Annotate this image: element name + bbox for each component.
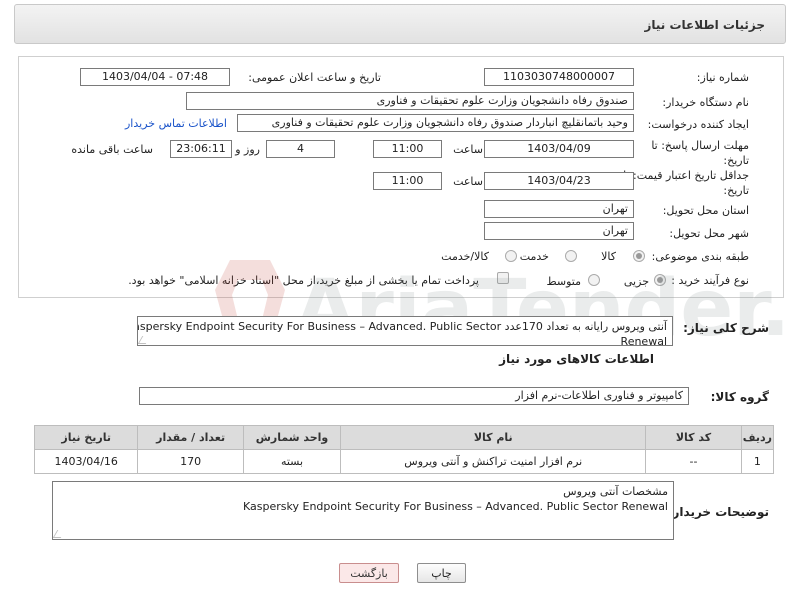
print-button[interactable]: چاپ — [417, 563, 466, 583]
col-name: نام کالا — [340, 425, 647, 450]
summary-line-2: Renewal — [620, 335, 667, 346]
category-label: طبقه بندی موضوعی: — [651, 250, 749, 263]
category-option-goods-service: کالا/خدمت — [441, 250, 489, 263]
category-radio-service[interactable] — [565, 250, 577, 262]
cell-unit: بسته — [242, 449, 342, 474]
announce-label: تاریخ و ساعت اعلان عمومی: — [248, 71, 381, 84]
buyer-notes-textarea[interactable]: مشخصات آنتی ویروس Kaspersky Endpoint Sec… — [52, 481, 674, 540]
reply-deadline-label: مهلت ارسال پاسخ: تا تاریخ: — [651, 139, 749, 167]
remaining-days-field: 4 — [266, 140, 335, 158]
summary-label: شرح کلی نیاز: — [683, 321, 769, 335]
col-code: کد کالا — [645, 425, 742, 450]
buyer-org-field: صندوق رفاه دانشجویان وزارت علوم تحقیقات … — [186, 92, 634, 110]
col-qty: تعداد / مقدار — [137, 425, 244, 450]
buyer-org-label: نام دستگاه خریدار: — [662, 96, 749, 109]
city-label: شهر محل تحویل: — [669, 227, 749, 240]
buyer-notes-line-2: Kaspersky Endpoint Security For Business… — [243, 500, 668, 513]
reply-deadline-date: 1403/04/09 — [484, 140, 634, 158]
buyer-notes-label: توضیحات خریدار: — [667, 505, 769, 519]
cell-qty: 170 — [137, 449, 244, 474]
cell-name: نرم افزار امنیت تراکنش و آنتی ویروس — [340, 449, 647, 474]
page-header: جزئیات اطلاعات نیاز — [14, 4, 786, 44]
resize-grip-icon[interactable] — [53, 530, 66, 538]
treasury-note: پرداخت تمام یا بخشی از مبلغ خرید،از محل … — [128, 274, 479, 287]
remaining-time-field: 23:06:11 — [170, 140, 232, 158]
table-row: 1 -- نرم افزار امنیت تراکنش و آنتی ویروس… — [33, 449, 775, 474]
page-title: جزئیات اطلاعات نیاز — [644, 18, 765, 32]
category-radio-goods[interactable] — [633, 250, 645, 262]
col-date: تاریخ نیاز — [33, 425, 139, 450]
cell-date: 1403/04/16 — [33, 449, 139, 474]
summary-textarea[interactable]: آنتی ویروس رایانه به تعداد 170عدد Kasper… — [137, 316, 673, 346]
need-number-field: 1103030748000007 — [484, 68, 634, 86]
buyer-notes-line-1: مشخصات آنتی ویروس — [563, 485, 668, 498]
goods-section-title: اطلاعات کالاهای مورد نیاز — [499, 352, 654, 366]
category-option-service: خدمت — [519, 250, 549, 263]
goods-group-label: گروه کالا: — [710, 390, 769, 404]
back-button[interactable]: بازگشت — [339, 563, 399, 583]
purchase-option-minor: جزیی — [623, 275, 649, 288]
price-validity-date: 1403/04/23 — [484, 172, 634, 190]
category-option-goods: کالا — [601, 250, 616, 263]
cell-row: 1 — [740, 449, 775, 474]
need-number-label: شماره نیاز: — [696, 71, 749, 84]
price-validity-label: جداقل تاریخ اعتبار قیمت: تا تاریخ: — [623, 169, 749, 197]
city-field: تهران — [484, 222, 634, 240]
province-field: تهران — [484, 200, 634, 218]
goods-group-field: کامپیوتر و فناوری اطلاعات-نرم افزار — [139, 387, 689, 405]
col-row: ردیف — [740, 425, 775, 450]
purchase-radio-medium[interactable] — [588, 274, 600, 286]
reply-deadline-time: 11:00 — [373, 140, 442, 158]
summary-line-1: آنتی ویروس رایانه به تعداد 170عدد Kasper… — [137, 320, 667, 333]
purchase-radio-minor[interactable] — [654, 274, 666, 286]
price-validity-time: 11:00 — [373, 172, 442, 190]
requester-field: وحید باتمانقلیچ انباردار صندوق رفاه دانش… — [237, 114, 634, 132]
validity-time-label: ساعت — [453, 175, 483, 188]
days-label: روز و — [235, 143, 260, 156]
reply-time-label: ساعت — [453, 143, 483, 156]
buyer-contact-link[interactable]: اطلاعات تماس خریدار — [125, 117, 227, 130]
requester-label: ایجاد کننده درخواست: — [647, 118, 749, 131]
announce-field: 1403/04/04 - 07:48 — [80, 68, 230, 86]
remaining-label: ساعت باقی مانده — [71, 143, 153, 156]
province-label: استان محل تحویل: — [662, 204, 749, 217]
col-unit: واحد شمارش — [242, 425, 342, 450]
goods-table: ردیف کد کالا نام کالا واحد شمارش تعداد /… — [33, 425, 775, 474]
treasury-checkbox[interactable] — [497, 272, 509, 284]
goods-table-header: ردیف کد کالا نام کالا واحد شمارش تعداد /… — [33, 425, 775, 450]
cell-code: -- — [645, 449, 742, 474]
purchase-option-medium: متوسط — [546, 275, 581, 288]
category-radio-goods-service[interactable] — [505, 250, 517, 262]
purchase-type-label: نوع فرآیند خرید : — [671, 274, 749, 287]
